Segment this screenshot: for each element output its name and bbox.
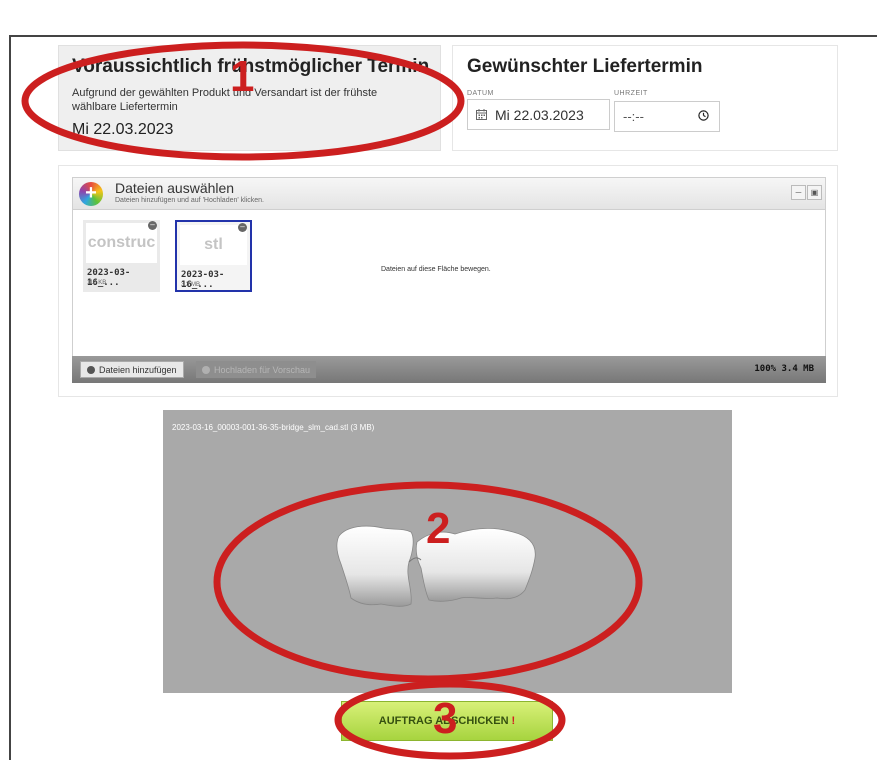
requested-date-panel: Gewünschter Liefertermin DATUM UHRZEIT M…	[452, 45, 838, 151]
file-tile[interactable]: construc – 2023-03-16_... 110 KB	[83, 220, 160, 292]
viewer-caption: 2023-03-16_00003-001-36-35-bridge_slm_ca…	[172, 423, 375, 432]
date-field[interactable]: Mi 22.03.2023	[467, 99, 610, 130]
file-thumbnail: stl	[180, 225, 247, 265]
upload-preview-label: Hochladen für Vorschau	[214, 364, 311, 375]
list-view-icon[interactable]: ─	[791, 185, 806, 200]
thumbnail-view-icon[interactable]: ▣	[807, 185, 822, 200]
upload-preview-button[interactable]: Hochladen für Vorschau	[196, 361, 317, 378]
file-thumbnail: construc	[86, 223, 157, 263]
date-label: DATUM	[467, 90, 494, 97]
file-size: 3.3 MB	[181, 282, 201, 288]
uploader-footer: Dateien hinzufügen Hochladen für Vorscha…	[72, 356, 826, 383]
clock-icon	[698, 109, 709, 124]
requested-title: Gewünschter Liefertermin	[467, 56, 703, 77]
time-value: --:--	[623, 109, 644, 124]
remove-file-icon[interactable]: –	[148, 221, 157, 230]
submit-mark: !	[511, 715, 516, 727]
time-label: UHRZEIT	[614, 90, 648, 97]
file-size: 110 KB	[87, 280, 107, 286]
upload-status: 100% 3.4 MB	[754, 364, 814, 374]
file-uploader: + Dateien auswählen Dateien hinzufügen u…	[58, 165, 838, 397]
calendar-icon	[476, 109, 487, 120]
add-files-label: Dateien hinzufügen	[99, 364, 177, 375]
add-icon	[87, 365, 95, 374]
uploader-drop-area[interactable]: construc – 2023-03-16_... 110 KB stl – 2…	[72, 210, 826, 356]
drop-hint: Dateien auf diese Fläche bewegen.	[381, 266, 491, 273]
uploader-header: + Dateien auswählen Dateien hinzufügen u…	[72, 177, 826, 210]
annotation-number-2: 2	[426, 504, 451, 553]
annotation-number-1: 1	[230, 52, 255, 101]
uploader-subtitle: Dateien hinzufügen und auf 'Hochladen' k…	[115, 197, 264, 204]
date-value: Mi 22.03.2023	[495, 106, 584, 123]
earliest-date: Mi 22.03.2023	[72, 121, 174, 138]
time-field[interactable]: --:--	[614, 101, 720, 132]
add-files-icon[interactable]: +	[79, 182, 103, 206]
upload-icon	[202, 365, 210, 374]
uploader-title: Dateien auswählen	[115, 180, 235, 196]
annotation-number-3: 3	[433, 694, 458, 743]
add-files-button[interactable]: Dateien hinzufügen	[80, 361, 184, 378]
file-tile-selected[interactable]: stl – 2023-03-16_... 3.3 MB	[175, 220, 252, 292]
remove-file-icon[interactable]: –	[238, 223, 247, 232]
